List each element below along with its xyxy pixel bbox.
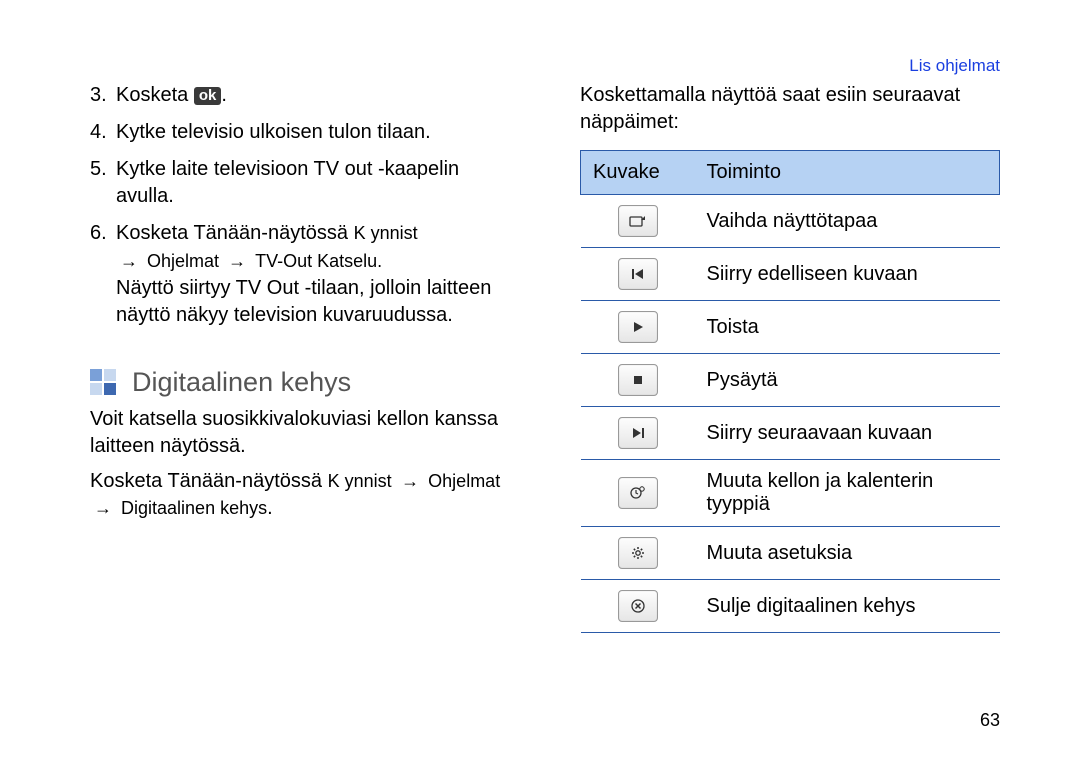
row-label: Siirry seuraavaan kuvaan bbox=[695, 407, 1000, 460]
two-column-layout: 3. Kosketa ok. 4. Kytke televisio ulkois… bbox=[90, 82, 1000, 633]
table-row: Pysäytä bbox=[581, 354, 1000, 407]
step-text: Kosketa bbox=[116, 84, 188, 106]
row-label: Toista bbox=[695, 301, 1000, 354]
row-label: Vaihda näyttötapaa bbox=[695, 195, 1000, 248]
launch-path: Kosketa Tänään-näytössä K ynnist → Ohjel… bbox=[90, 468, 510, 522]
manual-page: Lis ohjelmat 3. Kosketa ok. 4. Kytke tel… bbox=[0, 0, 1080, 765]
row-label: Pysäytä bbox=[695, 354, 1000, 407]
launch-end: . bbox=[267, 497, 273, 519]
step-end: . bbox=[377, 251, 382, 271]
step-text: Kytke laite televisioon TV out -kaapelin… bbox=[116, 156, 510, 210]
row-label: Muuta asetuksia bbox=[695, 527, 1000, 580]
step-4: 4. Kytke televisio ulkoisen tulon tilaan… bbox=[90, 119, 510, 146]
launch-prefix: Kosketa Tänään-näytössä bbox=[90, 470, 328, 492]
table-header-row: Kuvake Toiminto bbox=[581, 151, 1000, 195]
tvout-note: Näyttö siirtyy TV Out -tilaan, jolloin l… bbox=[116, 275, 510, 329]
next-icon[interactable] bbox=[618, 417, 658, 449]
close-icon[interactable] bbox=[618, 590, 658, 622]
table-row: Siirry seuraavaan kuvaan bbox=[581, 407, 1000, 460]
step-number: 5. bbox=[90, 156, 116, 210]
step-number: 4. bbox=[90, 119, 116, 146]
play-icon[interactable] bbox=[618, 311, 658, 343]
table-intro: Koskettamalla näyttöä saat esiin seuraav… bbox=[580, 82, 1000, 136]
left-column: 3. Kosketa ok. 4. Kytke televisio ulkois… bbox=[90, 82, 510, 633]
icon-function-table: Kuvake Toiminto Vaihda näyttötapaa Siirr… bbox=[580, 150, 1000, 633]
section-heading: Digitaalinen kehys bbox=[132, 367, 351, 398]
clock-settings-icon[interactable] bbox=[618, 477, 658, 509]
section-squares-icon bbox=[90, 369, 118, 397]
step-number: 3. bbox=[90, 82, 116, 109]
table-row: Vaihda näyttötapaa bbox=[581, 195, 1000, 248]
arrow-icon: → bbox=[397, 471, 428, 491]
table-row: Muuta asetuksia bbox=[581, 527, 1000, 580]
step-6: 6. Kosketa Tänään-näytössä K ynnist → Oh… bbox=[90, 220, 510, 329]
menu-path-b: TV-Out Katselu bbox=[255, 251, 377, 271]
menu-path-start: K ynnist bbox=[354, 223, 418, 243]
page-number: 63 bbox=[980, 710, 1000, 731]
th-icon: Kuvake bbox=[581, 151, 695, 195]
step-3: 3. Kosketa ok. bbox=[90, 82, 510, 109]
launch-ohjelmat: Ohjelmat bbox=[428, 471, 500, 491]
previous-icon[interactable] bbox=[618, 258, 658, 290]
step-text: Kosketa Tänään-näytössä bbox=[116, 222, 354, 244]
header-category-link[interactable]: Lis ohjelmat bbox=[909, 56, 1000, 76]
stop-icon[interactable] bbox=[618, 364, 658, 396]
arrow-icon: → bbox=[90, 498, 121, 518]
section-heading-row: Digitaalinen kehys bbox=[90, 367, 510, 398]
arrow-icon: → bbox=[116, 251, 147, 271]
menu-path-a: Ohjelmat bbox=[147, 251, 219, 271]
arrow-icon: → bbox=[224, 251, 255, 271]
step-5: 5. Kytke laite televisioon TV out -kaape… bbox=[90, 156, 510, 210]
launch-kynnist: K ynnist bbox=[328, 471, 392, 491]
row-label: Muuta kellon ja kalenterin tyyppiä bbox=[695, 460, 1000, 527]
th-function: Toiminto bbox=[695, 151, 1000, 195]
row-label: Sulje digitaalinen kehys bbox=[695, 580, 1000, 633]
table-row: Toista bbox=[581, 301, 1000, 354]
right-column: Koskettamalla näyttöä saat esiin seuraav… bbox=[580, 82, 1000, 633]
step-suffix: . bbox=[221, 84, 227, 106]
table-row: Muuta kellon ja kalenterin tyyppiä bbox=[581, 460, 1000, 527]
launch-target: Digitaalinen kehys bbox=[121, 498, 267, 518]
gear-icon[interactable] bbox=[618, 537, 658, 569]
table-row: Sulje digitaalinen kehys bbox=[581, 580, 1000, 633]
rotate-icon[interactable] bbox=[618, 205, 658, 237]
section-description: Voit katsella suosikkivalokuviasi kellon… bbox=[90, 406, 510, 460]
step-text: Kytke televisio ulkoisen tulon tilaan. bbox=[116, 119, 510, 146]
row-label: Siirry edelliseen kuvaan bbox=[695, 248, 1000, 301]
table-row: Siirry edelliseen kuvaan bbox=[581, 248, 1000, 301]
ok-icon: ok bbox=[194, 87, 222, 105]
step-number: 6. bbox=[90, 220, 116, 329]
numbered-steps: 3. Kosketa ok. 4. Kytke televisio ulkois… bbox=[90, 82, 510, 329]
